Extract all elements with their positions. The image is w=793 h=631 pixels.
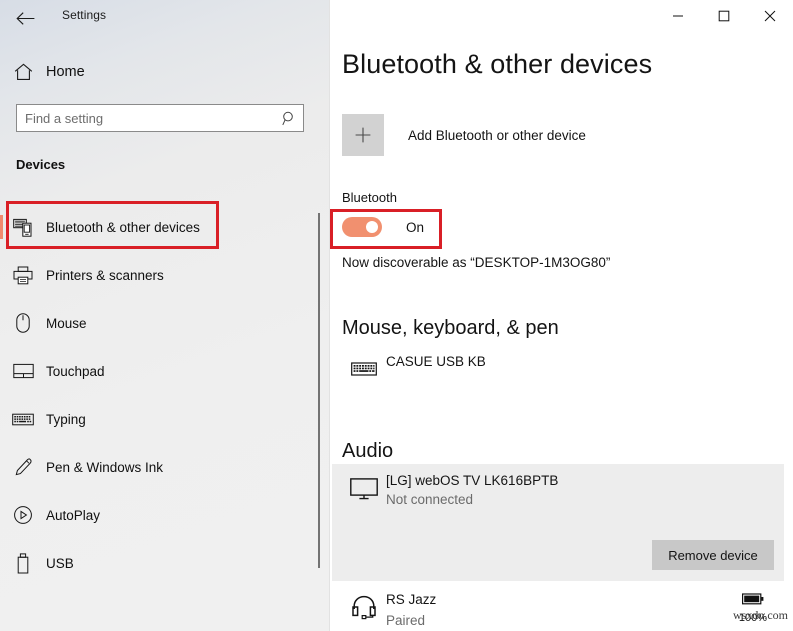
sidebar-item-label: Pen & Windows Ink — [46, 460, 163, 475]
sidebar-item-label: USB — [46, 556, 74, 571]
device-text: CASUE USB KB — [386, 352, 486, 371]
sidebar: Settings Home Devices — [0, 0, 330, 631]
page-title: Bluetooth & other devices — [342, 49, 652, 80]
device-name: CASUE USB KB — [386, 354, 486, 369]
device-row-lg-webos-tv: [LG] webOS TV LK616BPTB Not connected — [342, 472, 558, 507]
sidebar-item-autoplay[interactable]: AutoPlay — [0, 491, 312, 539]
remove-device-button[interactable]: Remove device — [652, 540, 774, 570]
device-text: [LG] webOS TV LK616BPTB Not connected — [386, 472, 558, 507]
back-arrow-icon[interactable] — [8, 3, 42, 33]
main-content: Bluetooth & other devices Add Bluetooth … — [330, 0, 793, 631]
selection-indicator — [0, 359, 3, 383]
bluetooth-label: Bluetooth — [342, 190, 397, 205]
device-name: [LG] webOS TV LK616BPTB — [386, 473, 558, 488]
sidebar-item-home[interactable]: Home — [0, 56, 310, 88]
keyboard-icon — [342, 352, 386, 386]
sidebar-nav-list: Bluetooth & other devices Printers & sca… — [0, 203, 312, 587]
sidebar-item-mouse[interactable]: Mouse — [0, 299, 312, 347]
device-row-rs-jazz[interactable]: RS Jazz Paired — [342, 590, 436, 628]
selection-indicator — [0, 215, 3, 239]
plus-icon[interactable] — [342, 114, 384, 156]
device-text: RS Jazz Paired — [386, 590, 436, 628]
selection-indicator — [0, 455, 3, 479]
device-status: Not connected — [386, 492, 558, 507]
usb-icon — [0, 553, 46, 574]
selection-indicator — [0, 551, 3, 575]
sidebar-item-usb[interactable]: USB — [0, 539, 312, 587]
device-row-casue-usb-kb[interactable]: CASUE USB KB — [342, 352, 486, 386]
sidebar-item-label: AutoPlay — [46, 508, 100, 523]
touchpad-icon — [0, 363, 46, 379]
sidebar-item-typing[interactable]: Typing — [0, 395, 312, 443]
minimize-icon[interactable] — [655, 0, 701, 32]
window-controls — [655, 0, 793, 32]
sidebar-item-bluetooth-and-other-devices[interactable]: Bluetooth & other devices — [0, 203, 312, 251]
selection-indicator — [0, 311, 3, 335]
titlebar-left: Settings — [0, 0, 330, 36]
home-icon — [0, 63, 46, 81]
sidebar-item-label: Printers & scanners — [46, 268, 164, 283]
sidebar-item-printers-and-scanners[interactable]: Printers & scanners — [0, 251, 312, 299]
monitor-icon — [342, 472, 386, 506]
add-device-label: Add Bluetooth or other device — [408, 128, 586, 143]
bluetooth-devices-icon — [0, 218, 46, 237]
group-title-audio: Audio — [342, 440, 393, 463]
device-status: Paired — [386, 613, 436, 628]
sidebar-item-touchpad[interactable]: Touchpad — [0, 347, 312, 395]
maximize-icon[interactable] — [701, 0, 747, 32]
printer-icon — [0, 266, 46, 285]
headset-icon — [342, 590, 386, 624]
selection-indicator — [0, 407, 3, 431]
device-card-lg-webos-tv[interactable]: [LG] webOS TV LK616BPTB Not connected Re… — [332, 464, 784, 581]
toggle-knob — [366, 221, 378, 233]
search-box[interactable] — [16, 104, 304, 132]
sidebar-item-home-label: Home — [46, 64, 85, 80]
bluetooth-toggle-row[interactable]: On — [337, 209, 430, 245]
selection-indicator — [0, 263, 3, 287]
settings-window: Settings Home Devices — [0, 0, 793, 631]
sidebar-scrollbar[interactable] — [318, 213, 320, 568]
group-title-mouse-keyboard-pen: Mouse, keyboard, & pen — [342, 317, 559, 340]
sidebar-item-label: Bluetooth & other devices — [46, 220, 200, 235]
search-icon[interactable] — [275, 111, 303, 126]
bluetooth-toggle-state: On — [406, 220, 424, 235]
device-name: RS Jazz — [386, 592, 436, 607]
add-device-row[interactable]: Add Bluetooth or other device — [342, 114, 586, 156]
selection-indicator — [0, 503, 3, 527]
pen-icon — [0, 457, 46, 477]
sidebar-item-label: Mouse — [46, 316, 87, 331]
keyboard-icon — [0, 413, 46, 426]
sidebar-item-pen-and-windows-ink[interactable]: Pen & Windows Ink — [0, 443, 312, 491]
bluetooth-toggle[interactable] — [342, 217, 382, 237]
app-title: Settings — [62, 8, 106, 22]
sidebar-section-label: Devices — [16, 157, 65, 172]
discoverable-text: Now discoverable as “DESKTOP-1M3OG80” — [342, 255, 610, 270]
watermark: wsxdn.com — [733, 608, 788, 623]
sidebar-item-label: Touchpad — [46, 364, 105, 379]
autoplay-icon — [0, 505, 46, 525]
close-icon[interactable] — [747, 0, 793, 32]
sidebar-item-label: Typing — [46, 412, 86, 427]
mouse-icon — [0, 313, 46, 333]
search-input[interactable] — [17, 105, 275, 131]
